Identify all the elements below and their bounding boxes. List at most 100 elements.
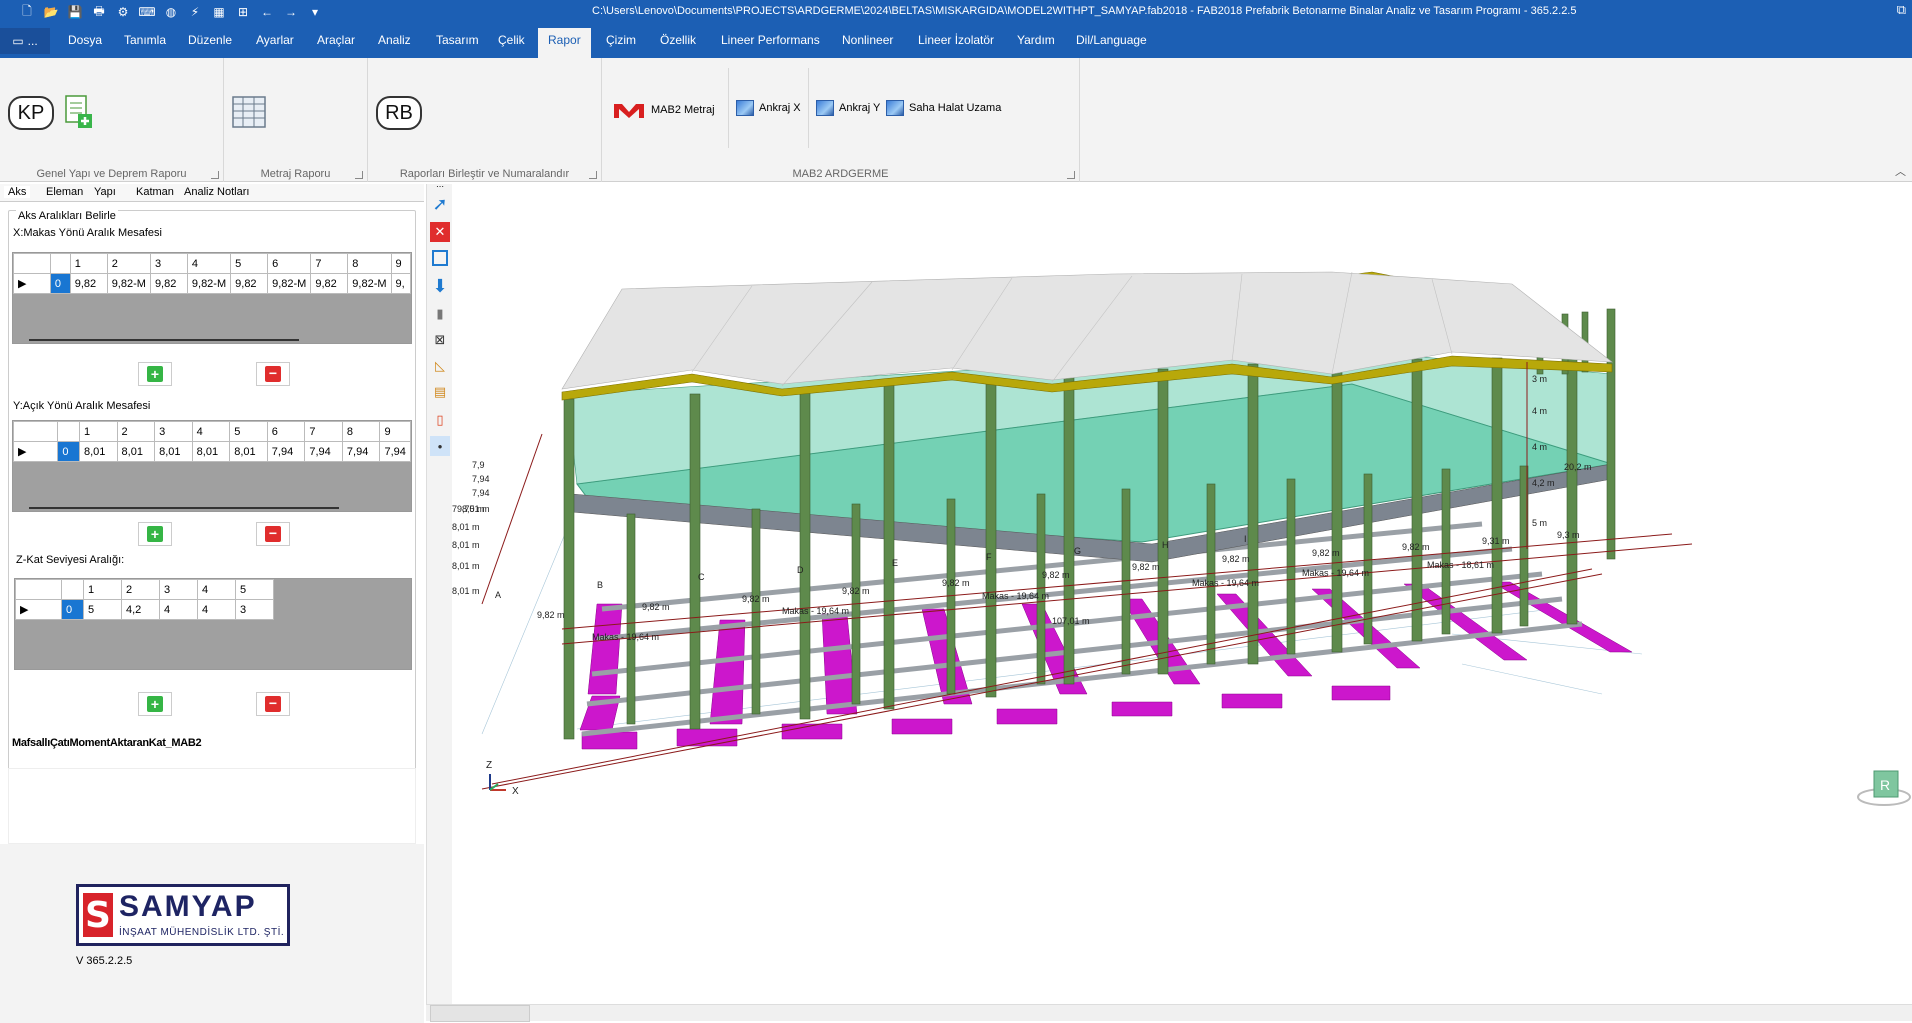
globe-icon[interactable]: ◍	[162, 3, 180, 21]
select-box-icon[interactable]	[432, 250, 448, 266]
x-spacing-grid[interactable]: 1 2 3 4 5 6 7 8 9 ▶ 0 9,82 9,82-M 9,82 9…	[12, 252, 412, 344]
add-z-level-button[interactable]: +	[138, 692, 172, 716]
column-icon[interactable]: ▮	[430, 304, 450, 324]
grid-cell[interactable]: 4	[159, 599, 198, 620]
row-selector-icon[interactable]: ▶	[13, 441, 59, 462]
add-x-spacing-button[interactable]: +	[138, 362, 172, 386]
dialog-launcher-icon[interactable]	[589, 171, 597, 179]
grid-cell[interactable]: 5	[83, 599, 122, 620]
rb-merge-button[interactable]: RB	[376, 96, 422, 130]
grid-cell[interactable]: 3	[235, 599, 274, 620]
grid-cell[interactable]: 8,01	[154, 441, 193, 462]
undo-icon[interactable]: ←	[258, 3, 276, 21]
grid-cell[interactable]: 9,82	[310, 273, 349, 294]
grid-cell[interactable]: 4	[197, 599, 236, 620]
dialog-launcher-icon[interactable]	[211, 171, 219, 179]
open-folder-icon[interactable]: 📂	[42, 3, 60, 21]
grid-cell[interactable]: 9,	[390, 273, 411, 294]
grid-cell[interactable]: 9,82-M	[186, 273, 232, 294]
tab-aks[interactable]: Aks	[4, 186, 31, 198]
menu-tab-cizim[interactable]: Çizim	[606, 33, 636, 47]
menu-tab-dosya[interactable]: Dosya	[68, 33, 102, 47]
delete-x-spacing-button[interactable]: −	[256, 362, 290, 386]
grid-cell[interactable]: 4,2	[121, 599, 160, 620]
grid-cell[interactable]: 9,82-M	[347, 273, 392, 294]
customize-dropdown-icon[interactable]: ▾	[306, 3, 324, 21]
print-icon[interactable]: 🖶	[90, 3, 108, 21]
structure-3d-model[interactable]: 107,01 m Makas - 19,64 m Makas - 19,64 m…	[452, 184, 1912, 1004]
menu-tab-yardim[interactable]: Yardım	[1017, 33, 1055, 47]
grid-cell[interactable]: 7,94	[304, 441, 343, 462]
delete-z-level-button[interactable]: −	[256, 692, 290, 716]
ankraj-y-button[interactable]: Ankraj Y	[816, 100, 880, 116]
new-file-icon[interactable]: 🗋	[18, 3, 36, 21]
grid-cell[interactable]: 0	[57, 441, 80, 462]
menu-tab-araclar[interactable]: Araçlar	[317, 33, 355, 47]
menu-tab-rapor[interactable]: Rapor	[538, 28, 591, 58]
application-menu-button[interactable]: ▭ ...	[0, 28, 50, 54]
3d-viewport[interactable]: 107,01 m Makas - 19,64 m Makas - 19,64 m…	[452, 184, 1912, 1004]
arrow-up-right-icon[interactable]: ➚	[430, 194, 450, 214]
grid-cell[interactable]: 9,82-M	[106, 273, 151, 294]
grid-cell[interactable]: 8,01	[229, 441, 268, 462]
menu-tab-ozellik[interactable]: Özellik	[660, 33, 696, 47]
restore-icon[interactable]: ⧉	[1897, 2, 1906, 18]
image-tool-icon[interactable]: ▤	[430, 382, 450, 402]
menu-tab-lineer-performans[interactable]: Lineer Performans	[721, 33, 820, 47]
menu-tab-duzenle[interactable]: Düzenle	[188, 33, 232, 47]
grid-cell[interactable]: 8,01	[78, 441, 118, 462]
menu-tab-tasarim[interactable]: Tasarım	[436, 33, 479, 47]
menu-tab-ayarlar[interactable]: Ayarlar	[256, 33, 294, 47]
ankraj-x-button[interactable]: Ankraj X	[736, 100, 801, 116]
saha-halat-uzama-button[interactable]: Saha Halat Uzama	[886, 100, 1001, 116]
redo-icon[interactable]: →	[282, 3, 300, 21]
toolbar-grip-icon[interactable]: ⋯	[430, 182, 450, 191]
save-icon[interactable]: 💾	[66, 3, 84, 21]
grid-cell[interactable]: 7,94	[379, 441, 411, 462]
view-cube[interactable]: R	[1857, 770, 1911, 806]
triangle-ruler-icon[interactable]: ◺	[430, 356, 450, 376]
grid-icon[interactable]: ⊞	[234, 3, 252, 21]
menu-tab-lineer-izolator[interactable]: Lineer İzolatör	[918, 33, 994, 47]
table-report-icon[interactable]	[232, 96, 266, 128]
tab-eleman[interactable]: Eleman	[46, 186, 83, 198]
grid-cell[interactable]: 8,01	[116, 441, 156, 462]
grid-cell[interactable]: 0	[49, 273, 71, 294]
grid-cell[interactable]: 9,82-M	[267, 273, 312, 294]
phone-view-icon[interactable]: ▯	[430, 410, 450, 430]
horizontal-scrollbar[interactable]	[29, 507, 339, 509]
grid-cell[interactable]: 9,82	[230, 273, 269, 294]
lightning-icon[interactable]: ⚡	[186, 3, 204, 21]
grid-cell[interactable]: 8,01	[191, 441, 231, 462]
row-selector-icon[interactable]: ▶	[15, 599, 62, 620]
grid-cell[interactable]: 7,94	[266, 441, 306, 462]
grid-cell[interactable]: 9,82	[69, 273, 108, 294]
tab-analiz-notlari[interactable]: Analiz Notları	[184, 186, 249, 198]
kp-report-button[interactable]: KP	[8, 96, 54, 130]
grid-cell[interactable]: 0	[61, 599, 84, 620]
add-y-spacing-button[interactable]: +	[138, 522, 172, 546]
menu-tab-nonlineer[interactable]: Nonlineer	[842, 33, 893, 47]
grid-cell[interactable]: 7,94	[341, 441, 381, 462]
settings-gear-icon[interactable]: ⚙	[114, 3, 132, 21]
grid-cell[interactable]: 9,82	[149, 273, 188, 294]
keyboard-icon[interactable]: ⌨	[138, 3, 156, 21]
tab-katman[interactable]: Katman	[136, 186, 174, 198]
menu-tab-tanimla[interactable]: Tanımla	[124, 33, 166, 47]
z-level-grid[interactable]: 1 2 3 4 5 ▶ 0 5 4,2 4 4 3	[14, 578, 412, 670]
mab2-metraj-button[interactable]: MAB2 Metraj	[612, 100, 715, 120]
dialog-launcher-icon[interactable]	[1067, 171, 1075, 179]
delete-icon[interactable]: ✕	[430, 222, 450, 242]
arrow-down-icon[interactable]: ⬇	[430, 276, 450, 296]
calculator-icon[interactable]: ▦	[210, 3, 228, 21]
add-report-icon[interactable]	[64, 94, 94, 132]
tab-yapi[interactable]: Yapı	[94, 186, 116, 198]
view-tab[interactable]	[430, 1005, 530, 1022]
delete-y-spacing-button[interactable]: −	[256, 522, 290, 546]
menu-tab-celik[interactable]: Çelik	[498, 33, 525, 47]
dialog-launcher-icon[interactable]	[355, 171, 363, 179]
row-selector-icon[interactable]: ▶	[13, 273, 51, 294]
horizontal-scrollbar[interactable]	[29, 339, 299, 341]
y-spacing-grid[interactable]: 1 2 3 4 5 6 7 8 9 ▶ 0 8,01 8,01 8,01 8,0…	[12, 420, 412, 512]
menu-tab-dil-language[interactable]: Dil/Language	[1076, 33, 1147, 47]
